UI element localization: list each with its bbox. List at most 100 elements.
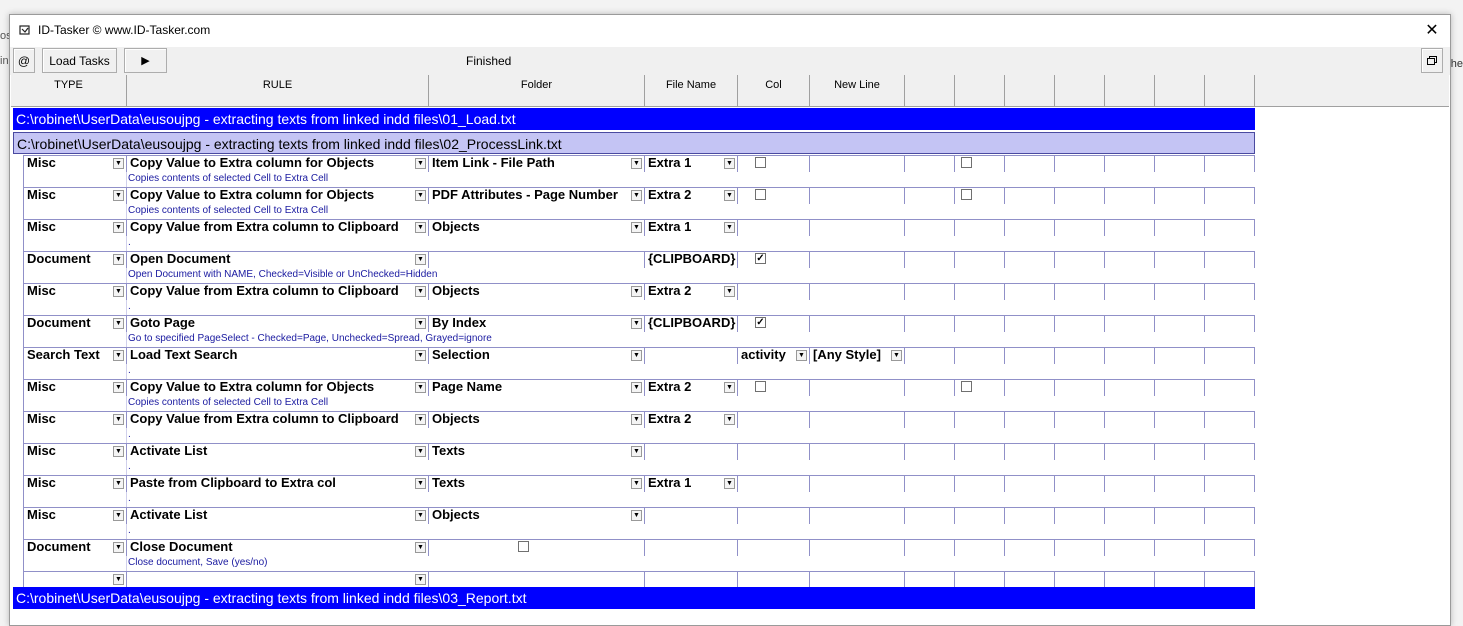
col-dropdown-arrow[interactable]: ▼ bbox=[796, 350, 807, 361]
folder-dropdown-arrow[interactable]: ▼ bbox=[631, 382, 642, 393]
grid-cell[interactable]: Extra 2 ▼ bbox=[645, 411, 738, 428]
grid-cell[interactable]: Item Link - File Path ▼ bbox=[429, 155, 645, 172]
grid-cell[interactable]: Document ▼ bbox=[24, 251, 127, 268]
type-dropdown-arrow[interactable]: ▼ bbox=[113, 350, 124, 361]
grid-cell[interactable] bbox=[905, 283, 955, 300]
folder-dropdown-arrow[interactable]: ▼ bbox=[631, 478, 642, 489]
grid-cell[interactable] bbox=[1055, 507, 1105, 524]
grid-cell[interactable] bbox=[905, 539, 955, 556]
grid-cell[interactable] bbox=[1155, 187, 1205, 204]
grid-cell[interactable] bbox=[645, 507, 738, 524]
folder-dropdown-arrow[interactable]: ▼ bbox=[631, 510, 642, 521]
type-dropdown-arrow[interactable]: ▼ bbox=[113, 190, 124, 201]
grid-cell[interactable]: Extra 1 ▼ bbox=[645, 219, 738, 236]
grid-cell[interactable] bbox=[1005, 507, 1055, 524]
grid-cell[interactable]: Objects ▼ bbox=[429, 507, 645, 524]
grid-cell[interactable] bbox=[1205, 475, 1255, 492]
grid-cell[interactable] bbox=[905, 347, 955, 364]
grid-cell[interactable] bbox=[1105, 283, 1155, 300]
filename-dropdown-arrow[interactable]: ▼ bbox=[724, 478, 735, 489]
grid-cell[interactable]: Copy Value from Extra column to Clipboar… bbox=[127, 411, 429, 428]
checkbox-checked[interactable]: ✓ bbox=[755, 253, 766, 264]
grid-cell[interactable] bbox=[1155, 379, 1205, 396]
grid-cell[interactable] bbox=[905, 507, 955, 524]
grid-cell[interactable] bbox=[905, 411, 955, 428]
run-button[interactable]: ▶ bbox=[124, 48, 167, 73]
grid-cell[interactable] bbox=[1055, 251, 1105, 268]
grid-cell[interactable]: {CLIPBOARD} bbox=[645, 251, 738, 268]
close-icon[interactable]: ✕ bbox=[1422, 20, 1442, 40]
grid-cell[interactable]: Objects ▼ bbox=[429, 411, 645, 428]
grid-cell[interactable] bbox=[738, 475, 810, 492]
grid-cell[interactable] bbox=[1005, 219, 1055, 236]
grid-cell[interactable] bbox=[1105, 443, 1155, 460]
grid-cell[interactable]: {CLIPBOARD} bbox=[645, 315, 738, 332]
grid-cell[interactable]: Copy Value from Extra column to Clipboar… bbox=[127, 219, 429, 236]
grid-cell[interactable] bbox=[1005, 187, 1055, 204]
rule-dropdown-arrow[interactable]: ▼ bbox=[415, 350, 426, 361]
grid-cell[interactable]: Objects ▼ bbox=[429, 283, 645, 300]
grid-cell[interactable] bbox=[738, 315, 810, 332]
grid-cell[interactable] bbox=[1155, 443, 1205, 460]
type-dropdown-arrow[interactable]: ▼ bbox=[113, 478, 124, 489]
grid-cell[interactable]: Activate List ▼ bbox=[127, 443, 429, 460]
column-header[interactable] bbox=[905, 75, 955, 107]
grid-cell[interactable]: Close Document ▼ bbox=[127, 539, 429, 556]
grid-cell[interactable] bbox=[738, 283, 810, 300]
grid-cell[interactable] bbox=[1105, 507, 1155, 524]
folder-dropdown-arrow[interactable]: ▼ bbox=[631, 158, 642, 169]
folder-dropdown-arrow[interactable]: ▼ bbox=[631, 286, 642, 297]
grid-cell[interactable]: Extra 1 ▼ bbox=[645, 475, 738, 492]
filename-dropdown-arrow[interactable]: ▼ bbox=[724, 158, 735, 169]
rule-dropdown-arrow[interactable]: ▼ bbox=[415, 446, 426, 457]
type-dropdown-arrow[interactable]: ▼ bbox=[113, 254, 124, 265]
grid-cell[interactable]: Extra 2 ▼ bbox=[645, 283, 738, 300]
grid-cell[interactable]: Paste from Clipboard to Extra col ▼ bbox=[127, 475, 429, 492]
grid-cell[interactable] bbox=[1105, 475, 1155, 492]
grid-cell[interactable] bbox=[1205, 347, 1255, 364]
grid-cell[interactable] bbox=[810, 155, 905, 172]
grid-cell[interactable]: Copy Value to Extra column for Objects ▼ bbox=[127, 155, 429, 172]
grid-cell[interactable] bbox=[1205, 283, 1255, 300]
rule-dropdown-arrow[interactable]: ▼ bbox=[415, 222, 426, 233]
grid-cell[interactable] bbox=[1005, 283, 1055, 300]
checkbox[interactable] bbox=[755, 189, 766, 200]
grid-cell[interactable] bbox=[905, 219, 955, 236]
grid-cell[interactable] bbox=[738, 539, 810, 556]
grid-cell[interactable] bbox=[738, 507, 810, 524]
column-header[interactable] bbox=[955, 75, 1005, 107]
checkbox-checked[interactable]: ✓ bbox=[755, 317, 766, 328]
grid-cell[interactable]: Misc ▼ bbox=[24, 187, 127, 204]
grid-cell[interactable] bbox=[1155, 219, 1205, 236]
grid-cell[interactable] bbox=[1155, 251, 1205, 268]
filename-dropdown-arrow[interactable]: ▼ bbox=[724, 414, 735, 425]
grid-cell[interactable] bbox=[1205, 571, 1255, 588]
checkbox[interactable] bbox=[518, 541, 529, 552]
grid-cell[interactable] bbox=[1105, 251, 1155, 268]
type-dropdown-arrow[interactable]: ▼ bbox=[113, 414, 124, 425]
filename-dropdown-arrow[interactable]: ▼ bbox=[724, 222, 735, 233]
grid-cell[interactable] bbox=[810, 219, 905, 236]
type-dropdown-arrow[interactable]: ▼ bbox=[113, 574, 124, 585]
grid-cell[interactable]: Misc ▼ bbox=[24, 475, 127, 492]
column-header[interactable] bbox=[1155, 75, 1205, 107]
load-tasks-button[interactable]: Load Tasks bbox=[42, 48, 117, 73]
grid-cell[interactable]: Misc ▼ bbox=[24, 443, 127, 460]
filename-dropdown-arrow[interactable]: ▼ bbox=[724, 382, 735, 393]
grid-cell[interactable] bbox=[738, 443, 810, 460]
grid-cell[interactable] bbox=[1105, 155, 1155, 172]
grid-cell[interactable] bbox=[1205, 539, 1255, 556]
grid-cell[interactable] bbox=[738, 571, 810, 588]
grid-cell[interactable]: Copy Value to Extra column for Objects ▼ bbox=[127, 379, 429, 396]
type-dropdown-arrow[interactable]: ▼ bbox=[113, 318, 124, 329]
grid-cell[interactable] bbox=[1155, 411, 1205, 428]
type-dropdown-arrow[interactable]: ▼ bbox=[113, 382, 124, 393]
column-header[interactable] bbox=[1205, 75, 1255, 107]
grid-cell[interactable] bbox=[810, 571, 905, 588]
type-dropdown-arrow[interactable]: ▼ bbox=[113, 542, 124, 553]
grid-cell[interactable] bbox=[738, 219, 810, 236]
checkbox[interactable] bbox=[961, 381, 972, 392]
folder-dropdown-arrow[interactable]: ▼ bbox=[631, 222, 642, 233]
column-header[interactable] bbox=[1105, 75, 1155, 107]
grid-cell[interactable] bbox=[738, 155, 810, 172]
